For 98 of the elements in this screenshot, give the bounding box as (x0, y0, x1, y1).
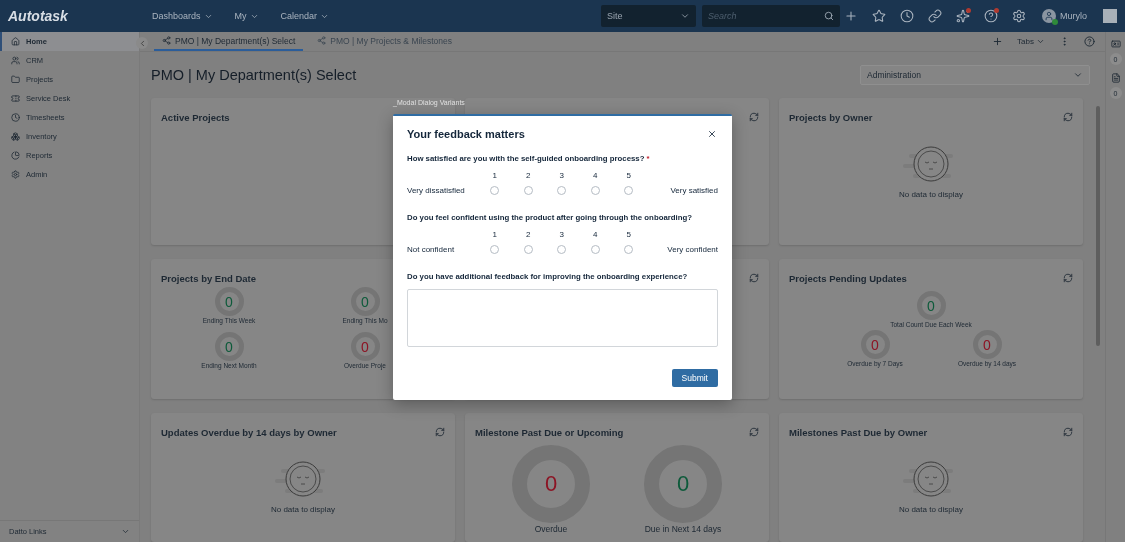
radio-button[interactable] (590, 186, 600, 195)
gauge-value: 0 (927, 297, 935, 314)
refresh-icon[interactable] (749, 273, 759, 283)
nav-menu[interactable]: My (226, 11, 267, 21)
refresh-icon[interactable] (1063, 273, 1073, 283)
empty-message: No data to display (270, 505, 335, 514)
scale-number: 4 (592, 171, 599, 180)
refresh-icon[interactable] (435, 427, 445, 437)
gauge-label: Due in Next 14 days (644, 524, 722, 534)
department-select[interactable]: Administration (860, 65, 1090, 85)
widget-title: Milestone Past Due or Upcoming (475, 426, 624, 438)
scale-low-label: Very dissatisfied (407, 186, 466, 195)
refresh-icon[interactable] (749, 112, 759, 122)
gauge-value: 0 (225, 338, 233, 355)
scale-number: 2 (525, 230, 532, 239)
scale-number: 5 (625, 230, 632, 239)
plus-icon[interactable] (992, 36, 1004, 47)
widget-title: Updates Overdue by 14 days by Owner (161, 426, 337, 438)
gauge-value: 0 (676, 471, 690, 497)
scale-number: 1 (491, 171, 498, 180)
scale-high-label: Very satisfied (669, 186, 718, 195)
radio-button[interactable] (557, 186, 567, 195)
radio-button[interactable] (590, 245, 600, 254)
scale-low-label: Not confident (407, 245, 456, 254)
radio-button[interactable] (523, 245, 533, 254)
gauge-value: 0 (361, 338, 369, 355)
dialog-title: Your feedback matters (407, 128, 525, 140)
help-icon[interactable] (1084, 36, 1095, 47)
radio-button[interactable] (557, 245, 567, 254)
nav-menu[interactable]: Dashboards (144, 11, 221, 21)
chevron-icon (1073, 70, 1083, 80)
tabs-menu[interactable]: Tabs (1017, 37, 1045, 46)
feedback-input[interactable] (407, 289, 718, 347)
close-button[interactable] (706, 128, 718, 140)
home-icon (11, 37, 20, 46)
widget-title: Milestones Past Due by Owner (789, 426, 928, 438)
scale-number: 2 (525, 171, 532, 180)
empty-message: No data to display (898, 190, 963, 199)
gauge-value: 0 (983, 336, 991, 353)
scale-number: 4 (592, 230, 599, 239)
radio-button[interactable] (624, 186, 634, 195)
pie-chart-icon (11, 151, 20, 160)
tab-label: PMO | My Projects & Milestones (330, 35, 452, 46)
widget-title: Projects by End Date (161, 272, 257, 284)
scale-high-label: Very confident (666, 245, 718, 254)
page-title: PMO | My Department(s) Select (151, 67, 357, 83)
settings-icon[interactable] (1012, 9, 1026, 23)
scale-number: 3 (558, 171, 565, 180)
sparkle-icon[interactable] (956, 9, 970, 23)
refresh-icon[interactable] (1063, 427, 1073, 437)
widget-title: Active Projects (161, 111, 230, 123)
document-icon[interactable] (1110, 73, 1121, 83)
close-icon (707, 129, 717, 139)
avatar[interactable] (1042, 9, 1056, 23)
link-icon[interactable] (928, 9, 942, 23)
gauge-value: 0 (871, 336, 879, 353)
star-icon[interactable] (872, 9, 886, 23)
gauge-value: 0 (225, 293, 233, 310)
user-name[interactable]: Murylo (1060, 11, 1087, 21)
submit-button[interactable]: Submit (671, 369, 718, 387)
dashboard-tab[interactable]: PMO | My Projects & Milestones (309, 32, 460, 51)
chevron-icon (121, 527, 130, 536)
settings-icon (11, 170, 20, 179)
share-icon (317, 36, 327, 45)
user-icon (1044, 11, 1054, 21)
site-select[interactable]: Site (601, 5, 696, 27)
dashboard-tab[interactable]: PMO | My Department(s) Select (154, 32, 304, 51)
gauge-value: 0 (544, 471, 558, 497)
clock-icon (11, 113, 20, 122)
share-icon (162, 36, 171, 45)
radio-button[interactable] (490, 186, 500, 195)
folder-icon (11, 75, 20, 84)
plus-icon[interactable] (844, 9, 858, 23)
widget-title: Projects Pending Updates (789, 272, 907, 284)
card-icon[interactable] (1110, 39, 1121, 49)
scale-number: 1 (491, 230, 498, 239)
nav-menu[interactable]: Calendar (272, 11, 338, 21)
refresh-icon[interactable] (1063, 112, 1073, 122)
logo[interactable]: Autotask (8, 8, 138, 24)
radio-button[interactable] (523, 186, 533, 195)
radio-button[interactable] (624, 245, 634, 254)
refresh-icon[interactable] (749, 427, 759, 437)
radio-button[interactable] (490, 245, 500, 254)
chevron-icon (680, 11, 690, 21)
chevron-icon (1036, 37, 1045, 46)
tab-label: PMO | My Department(s) Select (175, 35, 296, 46)
app-tile-icon[interactable] (1103, 9, 1117, 23)
help-icon[interactable] (984, 9, 998, 23)
boxes-icon (11, 132, 20, 141)
scale-number: 5 (625, 171, 632, 180)
empty-message: No data to display (898, 505, 963, 514)
gauge-label: Overdue (534, 524, 568, 534)
clock-icon[interactable] (900, 9, 914, 23)
users-icon (11, 56, 20, 65)
gauge-value: 0 (361, 293, 369, 310)
scale-number: 3 (558, 230, 565, 239)
ticket-icon (11, 94, 20, 103)
widget-title: Projects by Owner (789, 111, 873, 123)
